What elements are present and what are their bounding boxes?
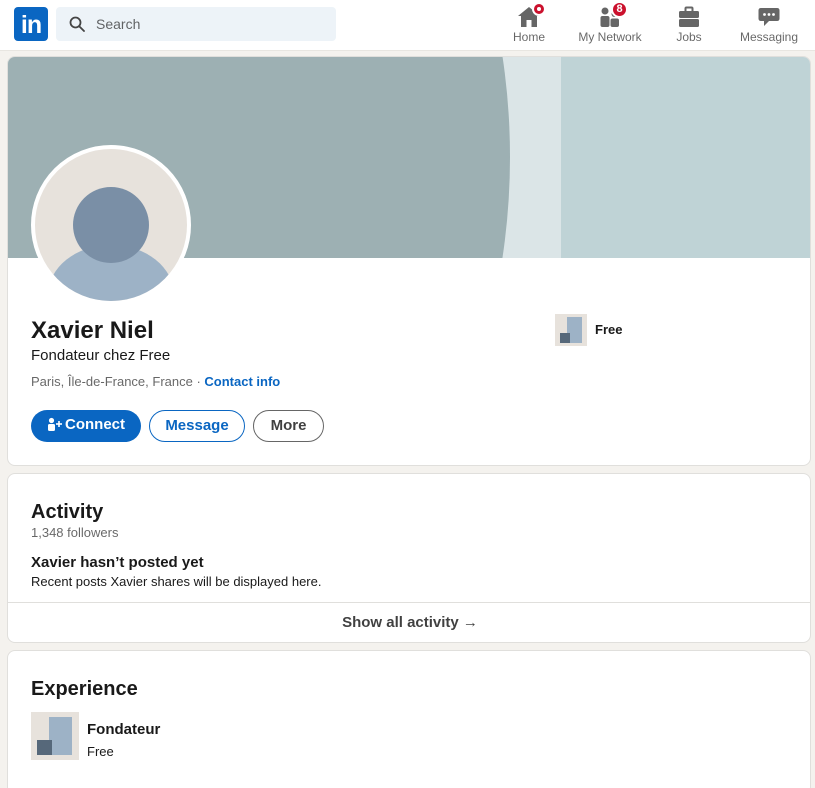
show-all-activity-button[interactable]: Show all activity → — [8, 602, 810, 642]
search-input[interactable]: Search — [96, 16, 140, 32]
connect-button[interactable]: Connect — [31, 410, 141, 442]
search-bar[interactable]: Search — [56, 7, 336, 41]
experience-company-logo-icon[interactable] — [31, 712, 79, 760]
briefcase-icon — [679, 6, 699, 27]
contact-info-link[interactable]: Contact info — [204, 374, 280, 389]
location-line: Paris, Île-de-France, France · Contact i… — [31, 374, 280, 389]
profile-location: Paris, Île-de-France, France — [31, 374, 193, 389]
notification-dot — [532, 2, 546, 16]
nav-jobs[interactable]: Jobs — [668, 0, 710, 51]
message-button[interactable]: Message — [149, 410, 245, 442]
add-person-icon — [48, 417, 62, 431]
experience-title: Experience — [31, 678, 138, 700]
nav-messaging[interactable]: Messaging — [736, 0, 802, 51]
network-badge: 8 — [611, 1, 628, 18]
profile-card: Xavier Niel Fondateur chez Free Paris, Î… — [7, 56, 811, 466]
top-nav-bar: in Search Home 8 My Network Jobs Messagi… — [0, 0, 815, 51]
empty-activity-title: Xavier hasn’t posted yet — [31, 554, 204, 571]
nav-home-label: Home — [512, 30, 545, 44]
nav-my-network[interactable]: 8 My Network — [572, 0, 648, 51]
company-logo-icon — [555, 314, 587, 346]
nav-home[interactable]: Home — [505, 0, 553, 51]
experience-role: Fondateur — [87, 721, 161, 738]
avatar-head — [73, 187, 149, 263]
nav-messaging-label: Messaging — [739, 30, 799, 44]
nav-my-network-label: My Network — [578, 30, 642, 44]
connect-label: Connect — [65, 416, 125, 433]
more-button[interactable]: More — [253, 410, 324, 442]
activity-card: Activity 1,348 followers Xavier hasn’t p… — [7, 473, 811, 643]
linkedin-logo[interactable]: in — [14, 7, 48, 41]
profile-avatar[interactable] — [31, 145, 191, 305]
chat-icon — [758, 8, 780, 26]
profile-headline: Fondateur chez Free — [31, 347, 171, 364]
followers-count[interactable]: 1,348 followers — [31, 525, 118, 540]
empty-activity-subtitle: Recent posts Xavier shares will be displ… — [31, 574, 322, 589]
activity-title: Activity — [31, 501, 104, 523]
location-separator: · — [192, 374, 205, 389]
experience-card: Experience Fondateur Free — [7, 650, 811, 788]
experience-company: Free — [87, 744, 114, 759]
nav-jobs-label: Jobs — [676, 30, 702, 44]
search-icon — [69, 16, 85, 32]
company-name: Free — [595, 322, 623, 337]
profile-name: Xavier Niel — [31, 317, 154, 344]
